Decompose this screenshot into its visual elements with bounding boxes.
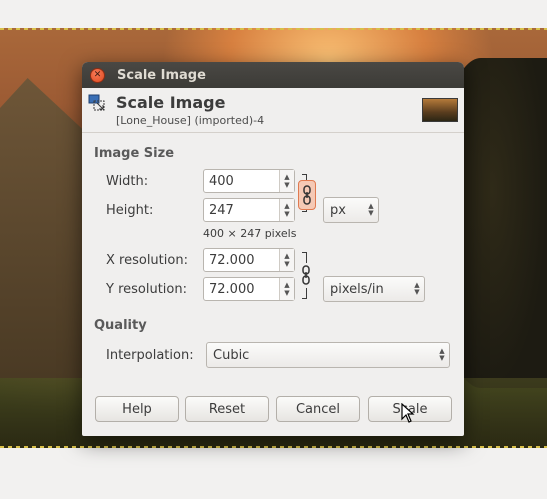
size-chain-button[interactable] <box>298 180 316 210</box>
chain-link-icon <box>302 265 310 285</box>
height-field[interactable]: 247 ▲ ▼ <box>203 198 295 222</box>
y-resolution-value: 72.000 <box>209 281 255 297</box>
pixel-size-text: 400 × 247 pixels <box>203 227 297 240</box>
interpolation-label: Interpolation: <box>106 348 194 363</box>
resolution-unit-dropdown[interactable]: pixels/in ▲ ▼ <box>323 276 425 302</box>
interpolation-value: Cubic <box>213 347 250 363</box>
header-title: Scale Image <box>116 93 226 112</box>
dropdown-arrows-icon: ▲ ▼ <box>368 202 374 217</box>
interpolation-dropdown[interactable]: Cubic ▲ ▼ <box>206 342 450 368</box>
x-resolution-field[interactable]: 72.000 ▲ ▼ <box>203 248 295 272</box>
x-resolution-value: 72.000 <box>209 252 255 268</box>
width-value: 400 <box>209 173 234 189</box>
image-name: [Lone_House] (imported)-4 <box>116 114 265 127</box>
resolution-chain-button[interactable] <box>298 261 314 289</box>
image-size-heading: Image Size <box>94 146 175 161</box>
spin-arrows-icon[interactable]: ▲ ▼ <box>279 199 294 221</box>
reset-button[interactable]: Reset <box>185 396 269 422</box>
chain-link-icon <box>303 185 311 205</box>
dialog-titlebar[interactable]: ✕ Scale Image <box>82 62 464 88</box>
mouse-pointer-icon <box>401 403 415 423</box>
canvas-house <box>0 78 92 378</box>
width-field[interactable]: 400 ▲ ▼ <box>203 169 295 193</box>
spin-arrows-icon[interactable]: ▲ ▼ <box>279 170 294 192</box>
res-chain-bracket-bottom <box>302 288 307 299</box>
dropdown-arrows-icon: ▲ ▼ <box>439 347 445 362</box>
spin-arrows-icon[interactable]: ▲ ▼ <box>279 278 294 300</box>
dialog-header: Scale Image [Lone_House] (imported)-4 <box>82 88 464 133</box>
y-resolution-label: Y resolution: <box>106 282 187 297</box>
window-title: Scale Image <box>117 67 206 83</box>
cancel-button[interactable]: Cancel <box>276 396 360 422</box>
close-icon: ✕ <box>93 69 102 80</box>
quality-heading: Quality <box>94 318 147 333</box>
close-button[interactable]: ✕ <box>90 67 105 83</box>
x-resolution-label: X resolution: <box>106 253 188 268</box>
height-label: Height: <box>106 203 154 218</box>
size-unit-dropdown[interactable]: px ▲ ▼ <box>323 197 379 223</box>
size-unit-value: px <box>330 202 346 218</box>
image-thumbnail <box>422 98 458 122</box>
resolution-unit-value: pixels/in <box>330 281 384 297</box>
height-value: 247 <box>209 202 234 218</box>
y-resolution-field[interactable]: 72.000 ▲ ▼ <box>203 277 295 301</box>
dropdown-arrows-icon: ▲ ▼ <box>414 281 420 296</box>
spin-arrows-icon[interactable]: ▲ ▼ <box>279 249 294 271</box>
scale-image-icon <box>88 94 105 111</box>
scale-image-dialog: ✕ Scale Image Scale Image [Lone_House] (… <box>82 62 464 436</box>
width-label: Width: <box>106 174 149 189</box>
help-button[interactable]: Help <box>95 396 179 422</box>
